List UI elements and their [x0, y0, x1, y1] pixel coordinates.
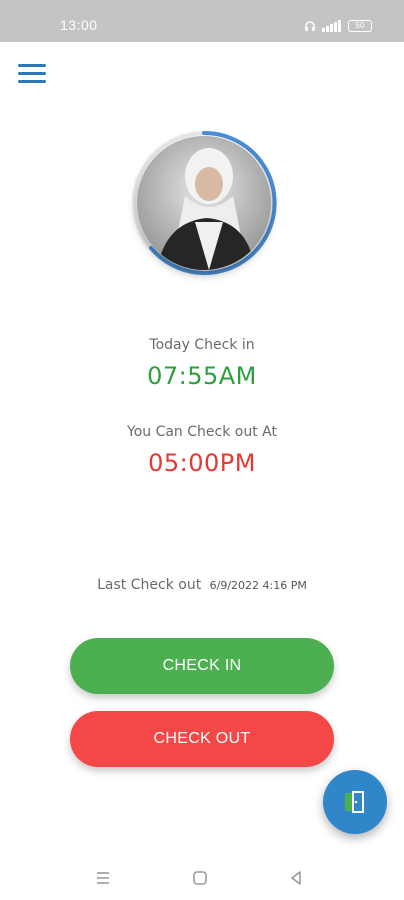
check-out-button[interactable]: CHECK OUT	[70, 711, 334, 767]
recents-icon[interactable]	[92, 867, 114, 889]
checkout-at-time: 05:00PM	[148, 449, 256, 477]
checkin-label: Today Check in	[149, 337, 255, 353]
headphones-icon	[305, 21, 315, 31]
battery-icon: 50	[348, 20, 372, 32]
profile-avatar	[131, 130, 277, 276]
home-icon[interactable]	[189, 867, 211, 889]
checkout-at-label: You Can Check out At	[127, 424, 277, 440]
last-checkout-label: Last Check out	[97, 577, 202, 593]
status-bar: 13:00 50	[0, 0, 404, 42]
signal-icon	[322, 20, 341, 32]
hamburger-menu-icon[interactable]	[18, 64, 46, 86]
exit-fab-button[interactable]	[323, 770, 387, 834]
system-nav-bar	[0, 855, 404, 900]
back-icon[interactable]	[285, 867, 307, 889]
avatar	[137, 136, 271, 270]
last-checkout-datetime: 6/9/2022 4:16 PM	[209, 579, 307, 592]
check-in-button[interactable]: CHECK IN	[70, 638, 334, 694]
exit-door-icon	[345, 791, 364, 813]
last-checkout: Last Check out 6/9/2022 4:16 PM	[0, 577, 404, 593]
status-icons: 50	[304, 17, 372, 35]
checkin-time: 07:55AM	[147, 362, 257, 390]
status-time: 13:00	[60, 17, 98, 33]
